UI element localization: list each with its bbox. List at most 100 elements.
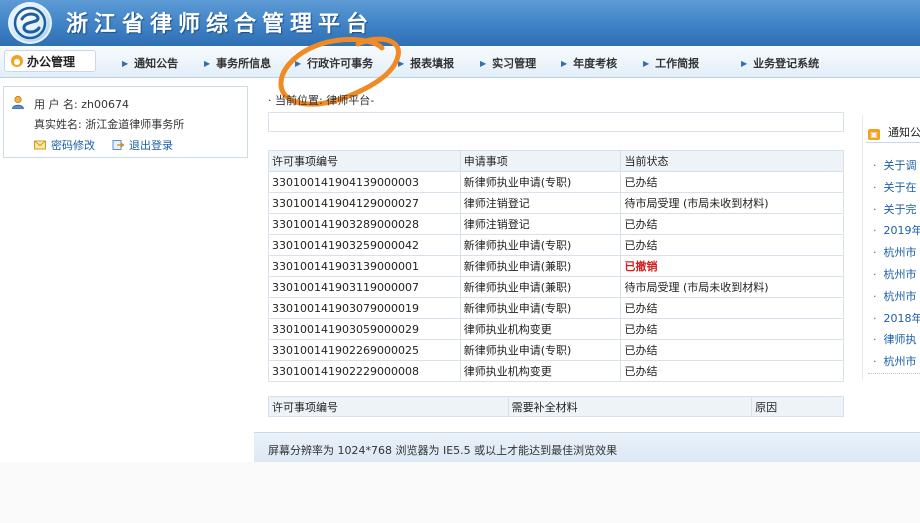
notice-item[interactable]: · 关于完 — [873, 201, 917, 217]
nav-item-internship[interactable]: ▶ 实习管理 — [480, 55, 536, 71]
breadcrumb: · 当前位置: 律师平台- — [268, 94, 375, 107]
permit-number: 330100141904129000027 — [268, 192, 461, 214]
column-header: 原因 — [751, 396, 844, 417]
application-item: 律师执业机构变更 — [459, 360, 622, 382]
nav-home-tab[interactable]: ● 办公管理 — [4, 50, 96, 72]
username-value: zh00674 — [81, 98, 129, 111]
nav-item-label: 工作简报 — [655, 57, 700, 70]
caret-icon: ▶ — [480, 58, 487, 68]
table-row[interactable]: 330100141902269000025 新律师执业申请(专职) 已办结 — [268, 339, 844, 361]
nav-item-notices[interactable]: ▶ 通知公告 — [122, 55, 178, 71]
status-cell: 已办结 — [620, 213, 844, 235]
username-label: 用 户 名: — [34, 98, 78, 111]
application-item: 新律师执业申请(兼职) — [459, 255, 622, 277]
permit-number: 330100141903059000029 — [268, 318, 461, 340]
permit-table: 许可事项编号 申请事项 当前状态 330100141904139000003 新律… — [268, 150, 844, 382]
notice-item[interactable]: · 杭州市 — [873, 266, 917, 282]
nav-item-firm-info[interactable]: ▶ 事务所信息 — [204, 55, 271, 71]
breadcrumb-bar — [268, 112, 844, 132]
divider — [868, 373, 920, 374]
realname-value: 浙江金道律师事务所 — [85, 118, 185, 131]
table-row[interactable]: 330100141903059000029 律师执业机构变更 已办结 — [268, 318, 844, 340]
user-info-panel: 用 户 名: zh00674 真实姓名: 浙江金道律师事务所 密码修改 退出登录 — [3, 86, 248, 158]
caret-icon: ▶ — [204, 58, 211, 68]
notice-item[interactable]: · 2019年 — [873, 222, 920, 238]
column-header: 许可事项编号 — [268, 396, 509, 417]
table-row[interactable]: 330100141902229000008 律师执业机构变更 已办结 — [268, 360, 844, 382]
table-row[interactable]: 330100141904129000027 律师注销登记 待市局受理 (市局未收到材… — [268, 192, 844, 214]
nav-item-label: 事务所信息 — [216, 57, 272, 70]
status-cell: 已办结 — [620, 360, 844, 382]
nav-item-label: 实习管理 — [492, 57, 537, 70]
footer: 屏幕分辨率为 1024*768 浏览器为 IE5.5 或以上才能达到最佳浏览效果 — [254, 432, 920, 462]
nav-home-label: 办公管理 — [27, 54, 76, 69]
permit-number: 330100141903139000001 — [268, 255, 461, 277]
table-row[interactable]: 330100141903289000028 律师注销登记 已办结 — [268, 213, 844, 235]
caret-icon: ▶ — [295, 58, 302, 68]
table-row[interactable]: 330100141903079000019 新律师执业申请(专职) 已办结 — [268, 297, 844, 319]
nav-item-label: 行政许可事务 — [307, 57, 374, 70]
main-nav: ● 办公管理 ▶ 通知公告 ▶ 事务所信息 ▶ 行政许可事务 ▶ 报表填报 ▶ 实习管理 … — [0, 46, 920, 78]
permit-number: 330100141903119000007 — [268, 276, 461, 298]
application-item: 新律师执业申请(专职) — [459, 339, 622, 361]
nav-item-annual-review[interactable]: ▶ 年度考核 — [561, 55, 617, 71]
realname-row: 真实姓名: 浙江金道律师事务所 — [34, 116, 184, 132]
notice-item[interactable]: · 杭州市 — [873, 288, 917, 304]
table-row[interactable]: 330100141903119000007 新律师执业申请(兼职) 待市局受理 (市… — [268, 276, 844, 298]
status-cell: 待市局受理 (市局未收到材料) — [620, 192, 844, 214]
column-header: 当前状态 — [620, 150, 844, 172]
status-cell: 待市局受理 (市局未收到材料) — [620, 276, 844, 298]
notice-item[interactable]: · 关于在 — [873, 179, 917, 195]
application-item: 新律师执业申请(专职) — [459, 171, 622, 193]
notice-title-label: 通知公 — [888, 126, 920, 139]
notice-item[interactable]: · 律师执 — [873, 331, 917, 347]
notice-item[interactable]: · 杭州市 — [873, 244, 917, 260]
supplement-table: 许可事项编号 需要补全材料 原因 — [268, 396, 844, 417]
notice-item[interactable]: · 关于调 — [873, 157, 917, 173]
nav-item-label: 报表填报 — [410, 57, 455, 70]
application-item: 律师注销登记 — [459, 192, 622, 214]
status-cell: 已办结 — [620, 318, 844, 340]
table-row[interactable]: 330100141903259000042 新律师执业申请(专职) 已办结 — [268, 234, 844, 256]
permit-number: 330100141902269000025 — [268, 339, 461, 361]
logout-label: 退出登录 — [129, 139, 173, 152]
table-header-row: 许可事项编号 需要补全材料 原因 — [268, 396, 844, 417]
nav-item-admin-permit[interactable]: ▶ 行政许可事务 — [295, 55, 373, 71]
divider — [866, 142, 920, 143]
status-cell: 已办结 — [620, 171, 844, 193]
table-row[interactable]: 330100141904139000003 新律师执业申请(专职) 已办结 — [268, 171, 844, 193]
application-item: 新律师执业申请(专职) — [459, 297, 622, 319]
realname-label: 真实姓名: — [34, 118, 82, 131]
change-password-link[interactable]: 密码修改 — [34, 137, 95, 153]
user-icon — [12, 95, 24, 109]
notice-item[interactable]: · 杭州市 — [873, 353, 917, 369]
nav-item-business-registration[interactable]: ▶ 业务登记系统 — [741, 55, 819, 71]
nav-item-reports[interactable]: ▶ 报表填报 — [398, 55, 454, 71]
status-cell-revoked: 已撤销 — [620, 255, 844, 277]
nav-item-label: 业务登记系统 — [753, 57, 820, 70]
home-icon: ● — [11, 55, 23, 67]
application-item: 新律师执业申请(兼职) — [459, 276, 622, 298]
logout-link[interactable]: 退出登录 — [112, 137, 173, 153]
caret-icon: ▶ — [561, 58, 568, 68]
caret-icon: ▶ — [643, 58, 650, 68]
site-title: 浙江省律师综合管理平台 — [66, 11, 375, 37]
notice-item[interactable]: · 2018年 — [873, 310, 920, 326]
notice-icon: ▣ — [868, 129, 880, 140]
status-cell: 已办结 — [620, 297, 844, 319]
application-item: 律师执业机构变更 — [459, 318, 622, 340]
caret-icon: ▶ — [122, 58, 129, 68]
permit-number: 330100141903289000028 — [268, 213, 461, 235]
permit-number: 330100141904139000003 — [268, 171, 461, 193]
column-header: 许可事项编号 — [268, 150, 461, 172]
status-cell: 已办结 — [620, 234, 844, 256]
table-header-row: 许可事项编号 申请事项 当前状态 — [268, 150, 844, 172]
table-row[interactable]: 330100141903139000001 新律师执业申请(兼职) 已撤销 — [268, 255, 844, 277]
username-row: 用 户 名: zh00674 — [34, 96, 129, 112]
nav-item-work-brief[interactable]: ▶ 工作简报 — [643, 55, 699, 71]
column-header: 需要补全材料 — [507, 396, 753, 417]
caret-icon: ▶ — [398, 58, 405, 68]
footer-text: 屏幕分辨率为 1024*768 浏览器为 IE5.5 或以上才能达到最佳浏览效果 — [268, 444, 618, 457]
nav-item-label: 通知公告 — [134, 57, 179, 70]
logo-emblem-icon — [8, 2, 52, 44]
